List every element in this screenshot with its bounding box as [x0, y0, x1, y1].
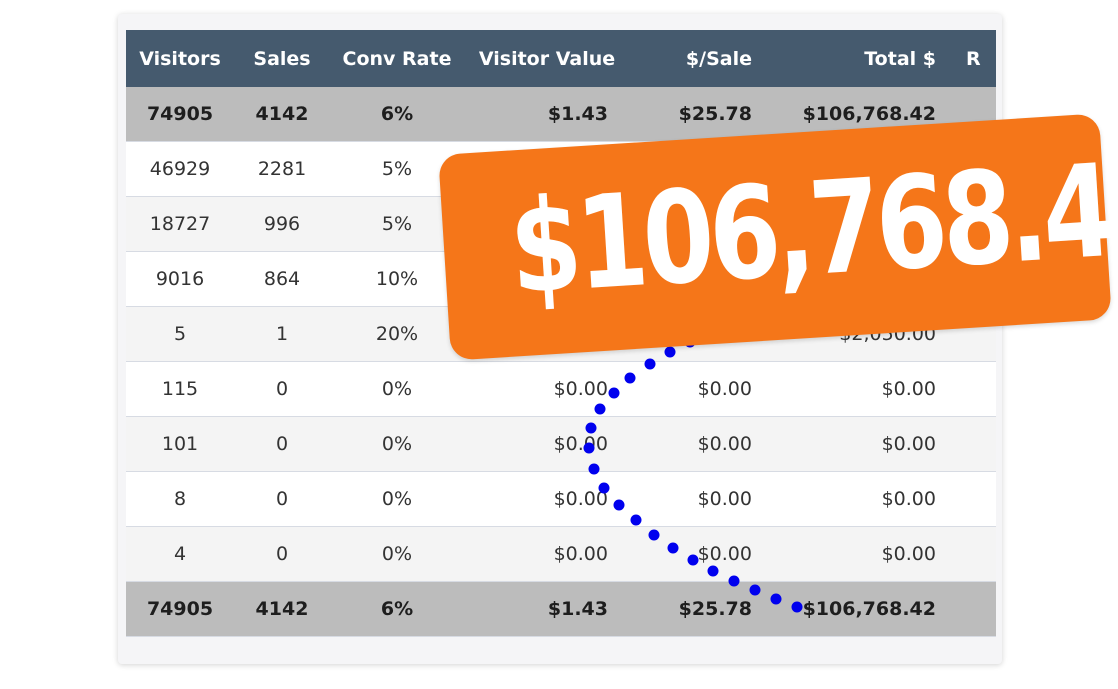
- total-highlight-badge: $106,768.42: [438, 113, 1118, 361]
- cell-dollar-per-sale: $0.00: [630, 526, 774, 582]
- cell-visitors: 18727: [126, 196, 234, 252]
- cell-conv-rate: 0%: [330, 471, 464, 527]
- cell-visitors: 74905: [126, 87, 234, 142]
- summary-row-bottom: 74905 4142 6% $1.43 $25.78 $106,768.42: [126, 581, 996, 637]
- cell-sales: 2281: [234, 141, 330, 197]
- header-visitors[interactable]: Visitors: [126, 30, 234, 87]
- cell-conv-rate: 20%: [330, 306, 464, 362]
- header-sales[interactable]: Sales: [234, 30, 330, 87]
- header-conv-rate[interactable]: Conv Rate: [330, 30, 464, 87]
- total-highlight-amount: $106,768.42: [505, 132, 1118, 324]
- cell-visitor-value: $0.00: [464, 526, 630, 582]
- cell-extra: [958, 416, 996, 472]
- table-row: 101 0 0% $0.00 $0.00 $0.00: [126, 416, 996, 472]
- cell-conv-rate: 0%: [330, 416, 464, 472]
- cell-dollar-per-sale: $25.78: [630, 87, 774, 142]
- cell-dollar-per-sale: $0.00: [630, 416, 774, 472]
- cell-sales: 0: [234, 471, 330, 527]
- table-row: 115 0 0% $0.00 $0.00 $0.00: [126, 361, 996, 417]
- cell-visitors: 74905: [126, 581, 234, 637]
- cell-extra: [958, 361, 996, 417]
- cell-total: $106,768.42: [774, 581, 958, 637]
- cell-sales: 996: [234, 196, 330, 252]
- cell-visitor-value: $0.00: [464, 416, 630, 472]
- cell-visitors: 4: [126, 526, 234, 582]
- cell-sales: 864: [234, 251, 330, 307]
- cell-sales: 0: [234, 361, 330, 417]
- header-truncated-column[interactable]: R: [958, 30, 996, 87]
- cell-sales: 0: [234, 526, 330, 582]
- cell-conv-rate: 0%: [330, 361, 464, 417]
- cell-visitor-value: $1.43: [464, 87, 630, 142]
- cell-sales: 0: [234, 416, 330, 472]
- cell-total: $0.00: [774, 416, 958, 472]
- cell-dollar-per-sale: $0.00: [630, 361, 774, 417]
- cell-dollar-per-sale: $0.00: [630, 471, 774, 527]
- cell-visitors: 46929: [126, 141, 234, 197]
- cell-visitor-value: $0.00: [464, 471, 630, 527]
- cell-conv-rate: 0%: [330, 526, 464, 582]
- cell-conv-rate: 6%: [330, 581, 464, 637]
- cell-visitors: 9016: [126, 251, 234, 307]
- cell-visitors: 5: [126, 306, 234, 362]
- cell-sales: 4142: [234, 87, 330, 142]
- header-dollar-per-sale[interactable]: $/Sale: [630, 30, 774, 87]
- cell-total: $0.00: [774, 471, 958, 527]
- cell-visitor-value: $0.00: [464, 361, 630, 417]
- header-row: Visitors Sales Conv Rate Visitor Value $…: [126, 30, 996, 87]
- cell-total: $0.00: [774, 526, 958, 582]
- cell-dollar-per-sale: $25.78: [630, 581, 774, 637]
- header-visitor-value[interactable]: Visitor Value: [464, 30, 630, 87]
- table-row: 8 0 0% $0.00 $0.00 $0.00: [126, 471, 996, 527]
- cell-visitors: 8: [126, 471, 234, 527]
- cell-total: $0.00: [774, 361, 958, 417]
- cell-conv-rate: 6%: [330, 87, 464, 142]
- cell-extra: [958, 471, 996, 527]
- cell-visitors: 101: [126, 416, 234, 472]
- cell-sales: 1: [234, 306, 330, 362]
- cell-extra: [958, 581, 996, 637]
- cell-sales: 4142: [234, 581, 330, 637]
- cell-visitor-value: $1.43: [464, 581, 630, 637]
- cell-visitors: 115: [126, 361, 234, 417]
- cell-extra: [958, 526, 996, 582]
- header-total-dollars[interactable]: Total $: [774, 30, 958, 87]
- table-row: 4 0 0% $0.00 $0.00 $0.00: [126, 526, 996, 582]
